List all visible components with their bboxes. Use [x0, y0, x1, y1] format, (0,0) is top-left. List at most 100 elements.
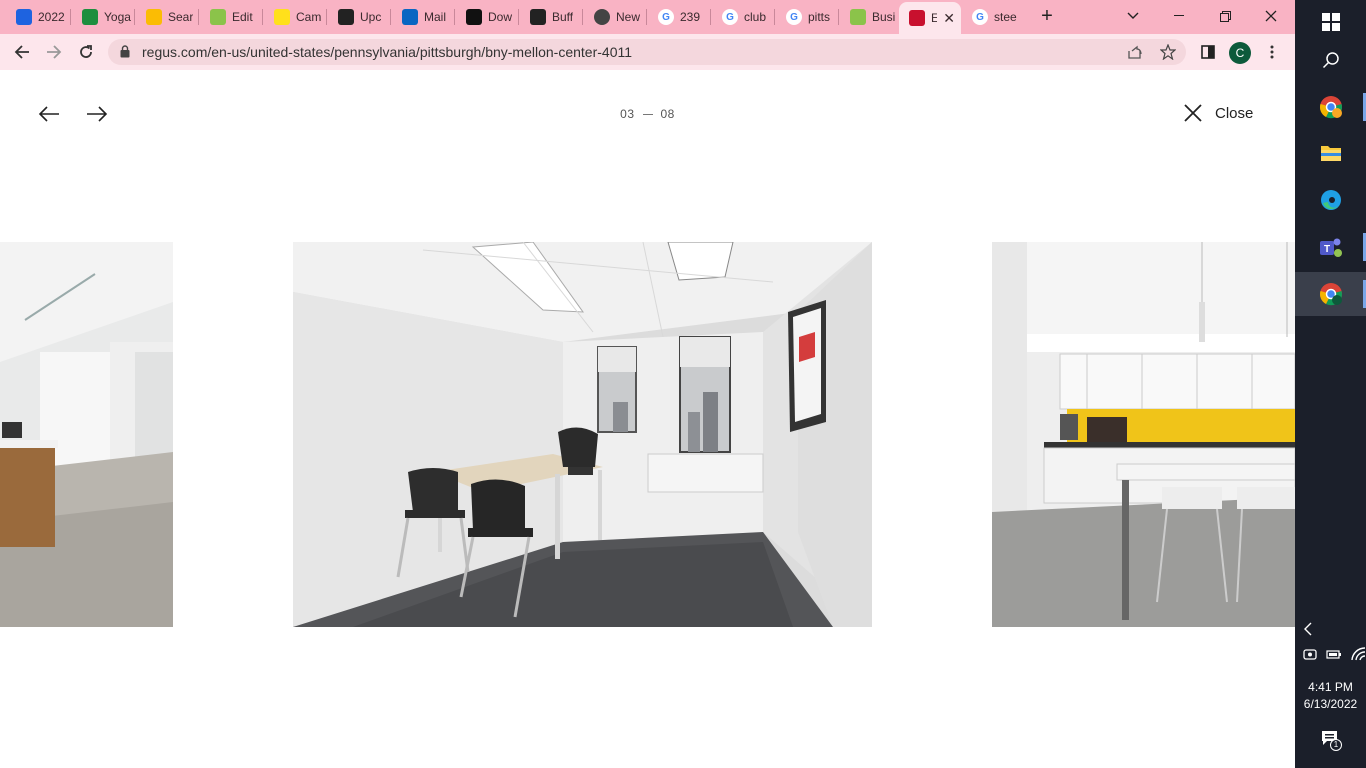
- action-center-button[interactable]: 1: [1321, 730, 1343, 752]
- tab-5[interactable]: Upc: [328, 4, 388, 30]
- trello-icon: [338, 9, 354, 25]
- battery-icon: [1326, 650, 1341, 659]
- notification-badge: 1: [1330, 739, 1342, 751]
- gallery-counter: 03 08: [0, 107, 1295, 121]
- clock-date: 6/13/2022: [1303, 697, 1358, 711]
- tab-label: pitts: [808, 10, 831, 24]
- arrow-left-icon: [14, 45, 29, 59]
- close-icon: [1184, 104, 1202, 122]
- meet-now-button[interactable]: [1303, 647, 1317, 666]
- show-hidden-icons-button[interactable]: [1303, 622, 1313, 641]
- generic-green-icon: [210, 9, 226, 25]
- network-indicator[interactable]: [1351, 647, 1366, 666]
- window-close-button[interactable]: [1257, 4, 1285, 28]
- tab-6[interactable]: Mail: [392, 4, 452, 30]
- tab-label: Busi: [872, 10, 896, 24]
- side-panel-button[interactable]: [1196, 40, 1220, 64]
- reception-photo: [0, 242, 173, 627]
- svg-text:T: T: [1323, 244, 1329, 255]
- new-tab-button[interactable]: +: [1037, 6, 1057, 26]
- tab-4[interactable]: Cam: [264, 4, 324, 30]
- taskbar-teams[interactable]: T: [1295, 225, 1366, 269]
- generic-green-icon: [850, 9, 866, 25]
- minimize-button[interactable]: [1165, 4, 1193, 28]
- tab-12[interactable]: Gpitts: [776, 4, 836, 30]
- outlook-icon: [402, 9, 418, 25]
- chevron-down-icon: [1127, 12, 1139, 19]
- google-icon: G: [722, 9, 738, 25]
- dropbox-icon: [16, 9, 32, 25]
- bookmark-star-icon[interactable]: [1160, 44, 1176, 60]
- tab-7[interactable]: Dow: [456, 4, 516, 30]
- taskbar-edge[interactable]: [1295, 178, 1366, 222]
- gallery-photo-next[interactable]: [992, 242, 1295, 627]
- tab-separator: [198, 9, 199, 25]
- tab-label: stee: [994, 10, 1017, 24]
- tab-10[interactable]: G 239: [648, 4, 708, 30]
- google-icon: G: [658, 9, 674, 25]
- tab-13[interactable]: Busi: [840, 4, 896, 30]
- gallery-total-count: 08: [660, 107, 675, 121]
- gallery-photo-current[interactable]: [293, 242, 872, 627]
- reload-icon: [80, 45, 92, 58]
- taskbar-file-explorer[interactable]: [1295, 131, 1366, 175]
- url-text: regus.com/en-us/united-states/pennsylvan…: [142, 44, 633, 60]
- forward-button[interactable]: [42, 40, 66, 64]
- tab-label: New: [616, 10, 641, 24]
- office-photo: [293, 242, 872, 627]
- tab-14[interactable]: E ✕: [899, 2, 961, 34]
- clock-time: 4:41 PM: [1308, 680, 1353, 694]
- gallery-close-button[interactable]: Close: [1183, 103, 1253, 123]
- tab-separator: [454, 9, 455, 25]
- buffer-icon: [530, 9, 546, 25]
- tiktok-icon: [466, 9, 482, 25]
- wifi-icon: [1351, 647, 1366, 661]
- counter-divider: [642, 114, 653, 116]
- tab-1[interactable]: Yoga: [72, 4, 132, 30]
- battery-indicator[interactable]: [1326, 647, 1342, 665]
- tab-label: Edit: [232, 10, 253, 24]
- arrow-right-icon: [47, 45, 62, 59]
- share-icon[interactable]: [1128, 45, 1143, 59]
- tab-close-icon[interactable]: ✕: [943, 10, 955, 27]
- restore-icon: [1219, 10, 1231, 22]
- tab-15[interactable]: Gstee: [962, 4, 1022, 30]
- tab-2[interactable]: Sear: [136, 4, 196, 30]
- kitchen-photo: [992, 242, 1295, 627]
- reload-button[interactable]: [74, 40, 98, 64]
- search-icon: [1322, 52, 1339, 69]
- tab-9[interactable]: New: [584, 4, 644, 30]
- close-label: Close: [1215, 104, 1254, 122]
- google-icon: G: [972, 9, 988, 25]
- tab-0[interactable]: 2022: [6, 4, 68, 30]
- close-icon: [1265, 10, 1277, 22]
- tab-8[interactable]: Buff: [520, 4, 580, 30]
- tab-separator: [774, 9, 775, 25]
- tab-11[interactable]: Gclub: [712, 4, 772, 30]
- tab-search-button[interactable]: [1119, 4, 1147, 28]
- minimize-icon: [1174, 15, 1184, 16]
- taskbar-clock[interactable]: 4:41 PM 6/13/2022: [1295, 679, 1366, 713]
- side-panel-icon: [1201, 45, 1215, 59]
- back-button[interactable]: [10, 40, 34, 64]
- tab-label: Upc: [360, 10, 382, 24]
- tab-strip: 2022 Yoga Sear Edit Cam Upc Mail Dow Buff New G 239…: [0, 0, 1295, 34]
- restore-button[interactable]: [1211, 4, 1239, 28]
- camera-icon: [1303, 649, 1317, 660]
- tab-separator: [838, 9, 839, 25]
- taskbar-search-button[interactable]: [1295, 38, 1366, 82]
- taskbar-chrome-profile-2[interactable]: [1295, 272, 1366, 316]
- tab-label: Buff: [552, 10, 574, 24]
- address-bar[interactable]: regus.com/en-us/united-states/pennsylvan…: [108, 39, 1186, 65]
- tab-separator: [710, 9, 711, 25]
- chevron-left-icon: [1304, 622, 1312, 636]
- tab-label: club: [744, 10, 767, 24]
- tab-3[interactable]: Edit: [200, 4, 260, 30]
- profile-avatar[interactable]: C: [1229, 42, 1251, 64]
- gallery-photo-previous[interactable]: [0, 242, 173, 627]
- taskbar-chrome-profile-1[interactable]: [1295, 85, 1366, 129]
- browser-menu-button[interactable]: [1260, 40, 1284, 64]
- tab-separator: [518, 9, 519, 25]
- sheets-icon: [82, 9, 98, 25]
- chrome-icon: [594, 9, 610, 25]
